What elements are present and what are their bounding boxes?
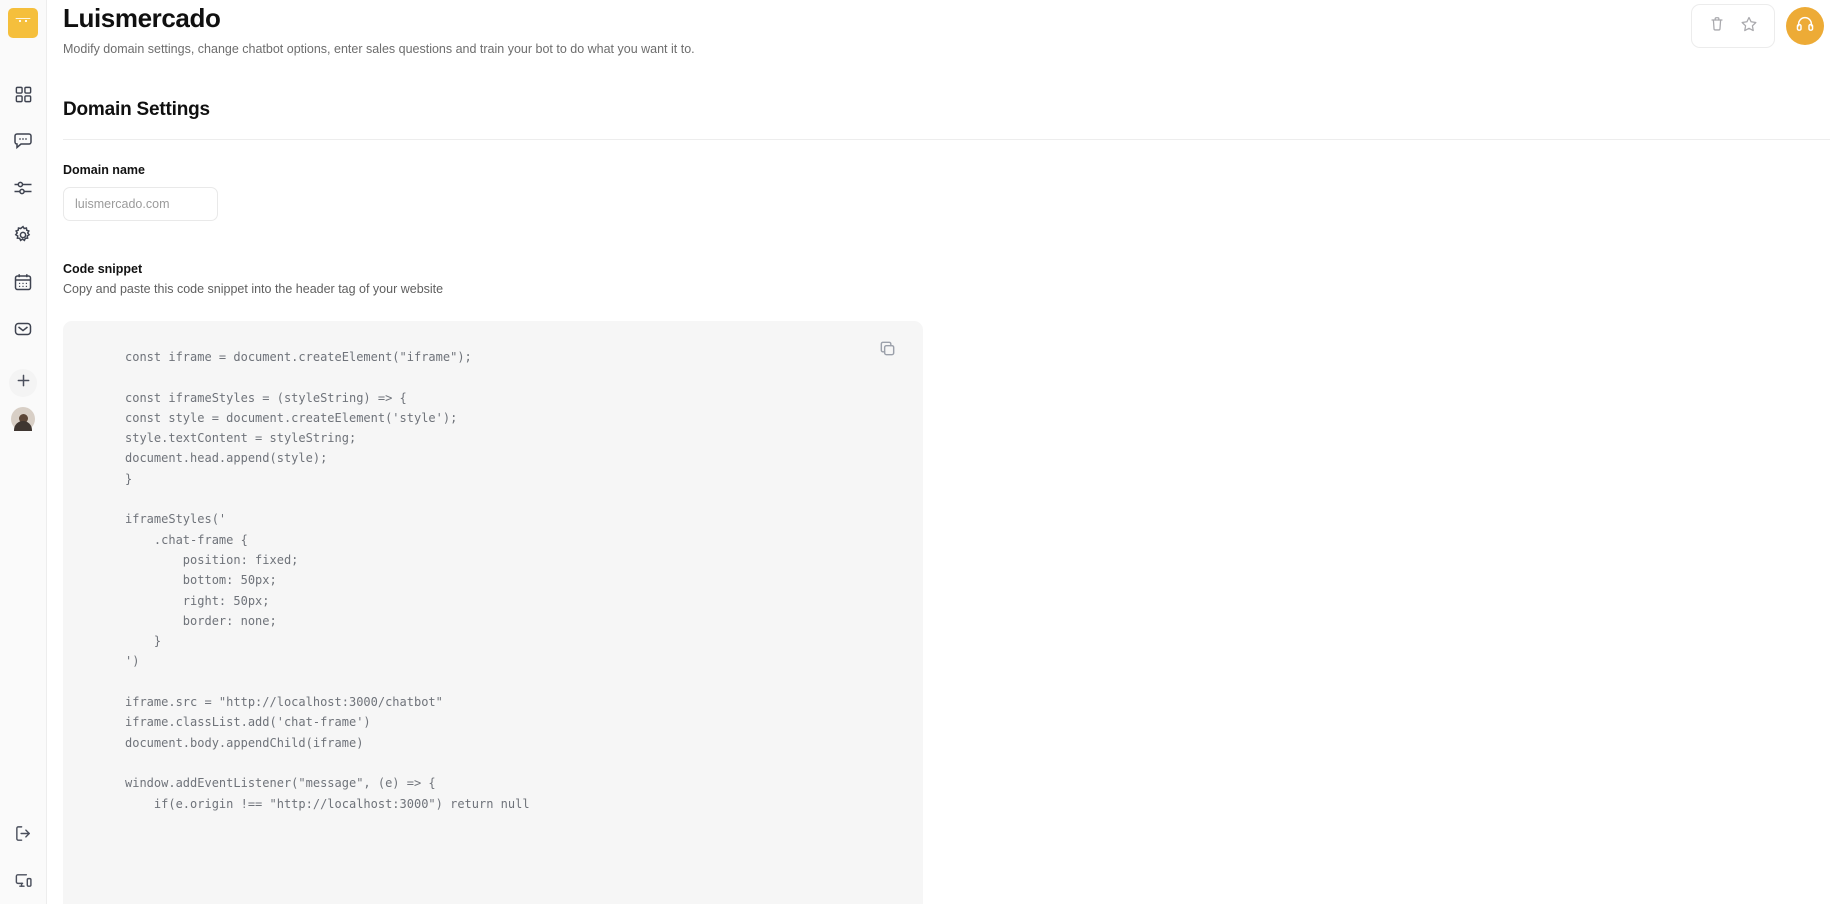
page-header: Luismercado Modify domain settings, chan… (47, 0, 1846, 56)
app-root: Luismercado Modify domain settings, chan… (0, 0, 1846, 904)
headphones-icon (1795, 14, 1815, 39)
domain-name-input[interactable] (63, 187, 218, 221)
sidebar-bottom-nav (9, 819, 37, 894)
gear-icon (13, 225, 33, 245)
code-snippet-text: const iframe = document.createElement("i… (125, 350, 530, 811)
avatar-body (14, 421, 32, 431)
star-icon (1740, 15, 1758, 38)
grid-dashboard-icon (14, 85, 33, 104)
section-divider (63, 139, 1830, 140)
domain-name-label: Domain name (63, 163, 145, 177)
code-snippet-card: const iframe = document.createElement("i… (63, 321, 923, 904)
code-snippet-label: Code snippet (63, 262, 143, 276)
main-content: Luismercado Modify domain settings, chan… (47, 0, 1846, 904)
sidebar-item-devices[interactable] (9, 866, 37, 894)
favorite-button[interactable] (1736, 13, 1762, 39)
avatar[interactable] (11, 407, 35, 431)
plus-icon (16, 373, 31, 393)
sidebar (0, 0, 47, 904)
monitor-device-icon (14, 871, 33, 890)
section-title: Domain Settings (63, 99, 210, 120)
logout-arrow-icon (14, 824, 33, 843)
trash-icon (1708, 15, 1726, 38)
envelope-icon (13, 319, 33, 339)
app-logo-icon[interactable] (8, 8, 38, 38)
sidebar-item-appointments[interactable] (9, 268, 37, 296)
chat-bubble-icon (13, 131, 33, 151)
page-title: Luismercado (63, 3, 221, 33)
add-new-button[interactable] (9, 369, 37, 397)
page-subtitle: Modify domain settings, change chatbot o… (63, 42, 695, 56)
copy-code-button[interactable] (874, 338, 900, 364)
header-icon-group (1691, 4, 1775, 48)
sidebar-item-conversations[interactable] (9, 127, 37, 155)
header-actions (1691, 4, 1824, 48)
sidebar-nav (9, 80, 37, 343)
delete-button[interactable] (1704, 13, 1730, 39)
sidebar-item-dashboard[interactable] (9, 80, 37, 108)
sidebar-item-settings[interactable] (9, 221, 37, 249)
calendar-icon (13, 272, 33, 292)
sliders-settings-icon (13, 178, 33, 198)
support-button[interactable] (1786, 7, 1824, 45)
sidebar-item-logout[interactable] (9, 819, 37, 847)
copy-icon (878, 339, 897, 363)
sidebar-item-integrations[interactable] (9, 174, 37, 202)
sidebar-item-email-marketing[interactable] (9, 315, 37, 343)
code-snippet-help: Copy and paste this code snippet into th… (63, 282, 444, 296)
